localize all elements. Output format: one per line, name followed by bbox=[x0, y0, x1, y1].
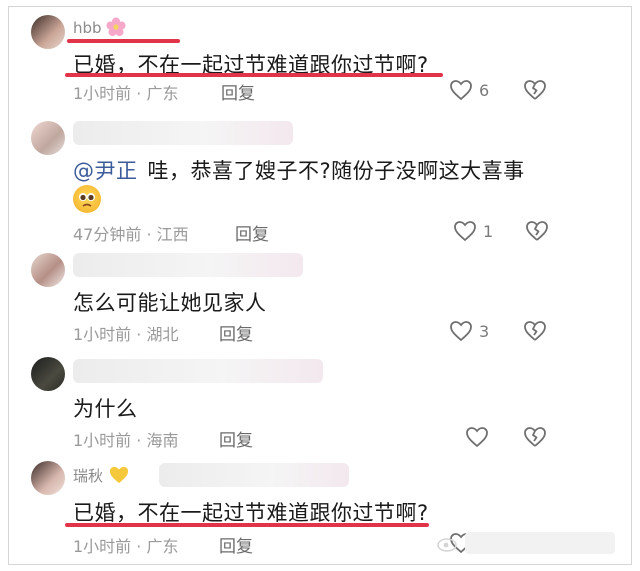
comment-meta: 1小时前 · 广东 bbox=[73, 533, 178, 557]
meta-separator: · bbox=[136, 325, 142, 344]
like-button[interactable]: 6 bbox=[449, 79, 489, 101]
comment-time: 1小时前 bbox=[73, 325, 132, 344]
reply-button[interactable]: 回复 bbox=[219, 426, 253, 451]
comment-time: 47分钟前 bbox=[73, 225, 142, 244]
like-count: 6 bbox=[479, 80, 490, 100]
username-text: 瑞秋 bbox=[73, 467, 104, 485]
like-button[interactable]: 3 bbox=[449, 320, 489, 342]
flower-emoji-icon bbox=[106, 17, 126, 36]
comment-list: hbb 已婚，不在一起过节难道跟你过节啊? 1小时前 · 广东 回复 6 @尹正… bbox=[8, 6, 632, 565]
yellow-heart-emoji-icon bbox=[109, 466, 128, 484]
broken-heart-icon bbox=[526, 221, 548, 241]
like-count: 1 bbox=[483, 221, 494, 241]
username-blur bbox=[73, 359, 323, 383]
comment-location: 湖北 bbox=[146, 325, 179, 344]
pleading-face-emoji-icon bbox=[73, 185, 101, 213]
comment-time: 1小时前 bbox=[73, 84, 132, 103]
comment-meta: 1小时前 · 海南 bbox=[73, 427, 178, 451]
user-mention[interactable]: @尹正 bbox=[73, 159, 138, 183]
comment-location: 广东 bbox=[146, 537, 179, 556]
username-blur bbox=[73, 121, 293, 145]
avatar[interactable] bbox=[31, 121, 65, 155]
broken-heart-icon bbox=[524, 427, 546, 447]
comment-location: 江西 bbox=[156, 225, 189, 244]
dislike-button[interactable] bbox=[525, 220, 549, 246]
username-text: hbb bbox=[73, 19, 102, 37]
username[interactable]: 瑞秋 bbox=[73, 465, 130, 486]
reply-button[interactable]: 回复 bbox=[221, 79, 255, 104]
comment-text-body: 哇，恭喜了嫂子不?随份子没啊这大喜事 bbox=[147, 159, 525, 183]
comment-meta: 1小时前 · 广东 bbox=[73, 80, 178, 104]
avatar[interactable] bbox=[31, 253, 65, 287]
heart-outline-icon bbox=[450, 80, 472, 101]
meta-separator: · bbox=[146, 225, 152, 244]
dislike-button[interactable] bbox=[523, 79, 547, 105]
dislike-button[interactable] bbox=[523, 426, 547, 452]
comment-text: @尹正 哇，恭喜了嫂子不?随份子没啊这大喜事 bbox=[73, 155, 525, 185]
broken-heart-icon bbox=[524, 321, 546, 341]
meta-separator: · bbox=[136, 84, 142, 103]
reply-button[interactable]: 回复 bbox=[219, 320, 253, 345]
watermark-blur bbox=[465, 532, 615, 554]
heart-outline-icon bbox=[454, 221, 476, 242]
comment-time: 1小时前 bbox=[73, 537, 132, 556]
username-blur bbox=[159, 463, 349, 487]
reply-button[interactable]: 回复 bbox=[235, 220, 269, 245]
username[interactable]: hbb bbox=[73, 17, 126, 37]
comment-meta: 47分钟前 · 江西 bbox=[73, 221, 189, 245]
heart-outline-icon bbox=[450, 321, 472, 342]
comment-meta: 1小时前 · 湖北 bbox=[73, 321, 178, 345]
comment-time: 1小时前 bbox=[73, 431, 132, 450]
like-button[interactable] bbox=[465, 426, 495, 448]
avatar[interactable] bbox=[31, 357, 65, 391]
dislike-button[interactable] bbox=[523, 320, 547, 346]
like-button[interactable]: 1 bbox=[453, 220, 493, 242]
username-blur bbox=[73, 253, 303, 277]
meta-separator: · bbox=[136, 431, 142, 450]
avatar[interactable] bbox=[31, 15, 65, 49]
heart-outline-icon bbox=[466, 427, 488, 448]
watermark bbox=[437, 532, 615, 554]
weibo-logo-icon bbox=[437, 538, 457, 552]
meta-separator: · bbox=[136, 537, 142, 556]
broken-heart-icon bbox=[524, 80, 546, 100]
highlight-underline bbox=[67, 39, 180, 43]
comment-location: 海南 bbox=[146, 431, 179, 450]
highlight-underline bbox=[65, 73, 443, 77]
highlight-underline bbox=[65, 523, 429, 527]
like-count: 3 bbox=[479, 321, 490, 341]
avatar[interactable] bbox=[31, 461, 65, 495]
comment-text: 为什么 bbox=[73, 397, 138, 421]
comment-location: 广东 bbox=[146, 84, 179, 103]
reply-button[interactable]: 回复 bbox=[219, 532, 253, 557]
comment-text: 怎么可能让她见家人 bbox=[73, 291, 267, 315]
